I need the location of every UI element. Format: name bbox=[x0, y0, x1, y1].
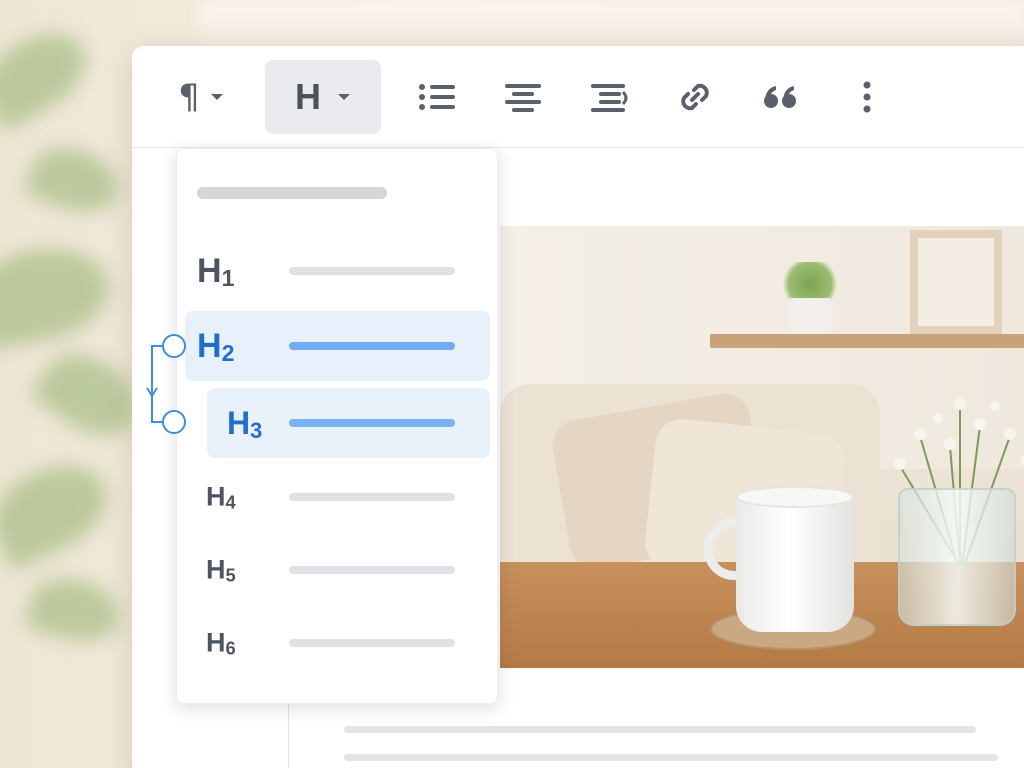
quote-button[interactable] bbox=[751, 60, 811, 134]
more-options-button[interactable] bbox=[837, 60, 897, 134]
heading-option-h3[interactable]: H3 bbox=[207, 388, 490, 458]
list-icon bbox=[419, 83, 455, 110]
preview-bar bbox=[289, 566, 455, 574]
preview-bar bbox=[289, 493, 455, 501]
heading-label: H5 bbox=[206, 554, 236, 586]
link-icon bbox=[681, 83, 709, 110]
text-line-placeholder bbox=[344, 754, 998, 761]
link-button[interactable] bbox=[665, 60, 725, 134]
preview-bar bbox=[289, 419, 455, 427]
pilcrow-icon: ¶ bbox=[178, 76, 200, 117]
text-line-placeholder bbox=[344, 726, 976, 733]
indent-icon bbox=[591, 83, 628, 112]
heading-dropdown-menu: H1 H2 H3 H4 H5 H6 bbox=[176, 148, 498, 704]
chevron-down-icon bbox=[338, 93, 350, 100]
heading-label: H4 bbox=[206, 481, 236, 513]
heading-style-button[interactable]: H bbox=[265, 59, 381, 134]
preview-bar bbox=[289, 639, 455, 647]
heading-icon: H bbox=[295, 75, 321, 117]
menu-header-placeholder bbox=[197, 187, 387, 199]
heading-label: H1 bbox=[197, 252, 235, 292]
heading-label: H3 bbox=[227, 405, 263, 443]
heading-option-h2[interactable]: H2 bbox=[185, 311, 490, 381]
align-center-button[interactable] bbox=[493, 60, 553, 134]
chevron-down-icon bbox=[210, 93, 223, 100]
heading-option-h6[interactable]: H6 bbox=[185, 608, 490, 678]
nesting-connector-icon bbox=[146, 334, 186, 434]
heading-label: H6 bbox=[206, 627, 236, 659]
heading-option-h5[interactable]: H5 bbox=[185, 535, 490, 605]
align-center-icon bbox=[505, 83, 541, 112]
preview-bar bbox=[289, 267, 455, 275]
indent-button[interactable] bbox=[579, 60, 639, 134]
heading-label: H2 bbox=[197, 327, 235, 367]
heading-option-h1[interactable]: H1 bbox=[185, 236, 490, 306]
toolbar: ¶ H bbox=[132, 46, 1024, 148]
bulleted-list-button[interactable] bbox=[407, 60, 467, 134]
heading-option-h4[interactable]: H4 bbox=[185, 462, 490, 532]
paragraph-style-button[interactable]: ¶ bbox=[162, 60, 240, 134]
preview-bar bbox=[289, 342, 455, 350]
quote-icon bbox=[764, 85, 796, 108]
content-image[interactable] bbox=[500, 226, 1024, 668]
more-vertical-icon bbox=[863, 81, 871, 112]
